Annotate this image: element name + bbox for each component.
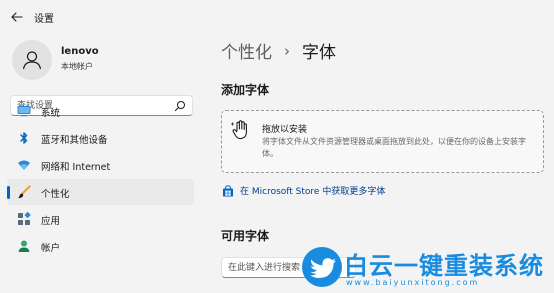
available-fonts-heading: 可用字体	[221, 229, 270, 243]
watermark-title: 白云一键重装系统	[344, 252, 544, 280]
sidebar-item-system[interactable]: 系统	[7, 98, 194, 124]
app-title: 设置	[34, 14, 54, 25]
back-button[interactable]	[8, 9, 26, 25]
apps-icon	[17, 212, 31, 226]
sidebar-item-label: 个性化	[41, 189, 70, 200]
sidebar-item-accounts[interactable]: 帐户	[7, 233, 194, 259]
watermark: 白云一键重装系统 www.baiyunxitong.com	[300, 245, 552, 291]
page-title: 字体	[302, 43, 336, 63]
brush-icon	[17, 185, 31, 199]
drop-title: 拖放以安装	[262, 125, 308, 135]
microsoft-store-link[interactable]: 在 Microsoft Store 中获取更多字体	[222, 184, 385, 197]
add-fonts-heading: 添加字体	[221, 83, 270, 97]
person-icon	[22, 51, 42, 70]
sidebar-item-label: 蓝牙和其他设备	[41, 135, 108, 146]
drag-hand-icon	[231, 120, 247, 140]
monitor-icon	[17, 104, 31, 118]
sidebar-item-label: 网络和 Internet	[41, 162, 111, 173]
sidebar-item-label: 应用	[41, 216, 61, 227]
bird-logo-icon	[302, 247, 342, 287]
account-type: 本地帐户	[61, 62, 93, 71]
bluetooth-icon	[17, 131, 31, 145]
sidebar-item-network[interactable]: 网络和 Internet	[7, 152, 194, 178]
store-icon	[223, 184, 233, 196]
breadcrumb: 个性化 › 字体	[221, 38, 336, 64]
user-name: lenovo	[61, 46, 99, 57]
watermark-url: www.baiyunxitong.com	[346, 278, 480, 287]
sidebar-item-personalization[interactable]: 个性化	[7, 179, 194, 205]
sidebar-item-apps[interactable]: 应用	[7, 206, 194, 232]
sidebar-item-bluetooth[interactable]: 蓝牙和其他设备	[7, 125, 194, 151]
sidebar-nav: 系统 蓝牙和其他设备 网络和 Internet 个性化 应用 帐户	[7, 98, 194, 260]
back-arrow-icon	[11, 12, 23, 22]
sidebar-item-label: 帐户	[41, 243, 61, 254]
breadcrumb-separator: ›	[284, 41, 290, 60]
font-drop-zone[interactable]: 拖放以安装 将字体文件从文件资源管理器或桌面拖放到此处，以便在你的设备上安装字体…	[221, 110, 544, 173]
drop-description: 将字体文件从文件资源管理器或桌面拖放到此处，以便在你的设备上安装字体。	[262, 137, 526, 158]
store-link-label[interactable]: 在 Microsoft Store 中获取更多字体	[240, 184, 385, 197]
breadcrumb-parent[interactable]: 个性化	[221, 38, 272, 63]
title-bar: 设置	[0, 0, 554, 34]
wifi-icon	[17, 158, 31, 172]
person-icon	[17, 239, 31, 253]
avatar[interactable]	[12, 40, 52, 80]
sidebar: lenovo 本地帐户 系统 蓝牙和其他设备	[0, 34, 205, 293]
sidebar-item-label: 系统	[41, 108, 61, 119]
